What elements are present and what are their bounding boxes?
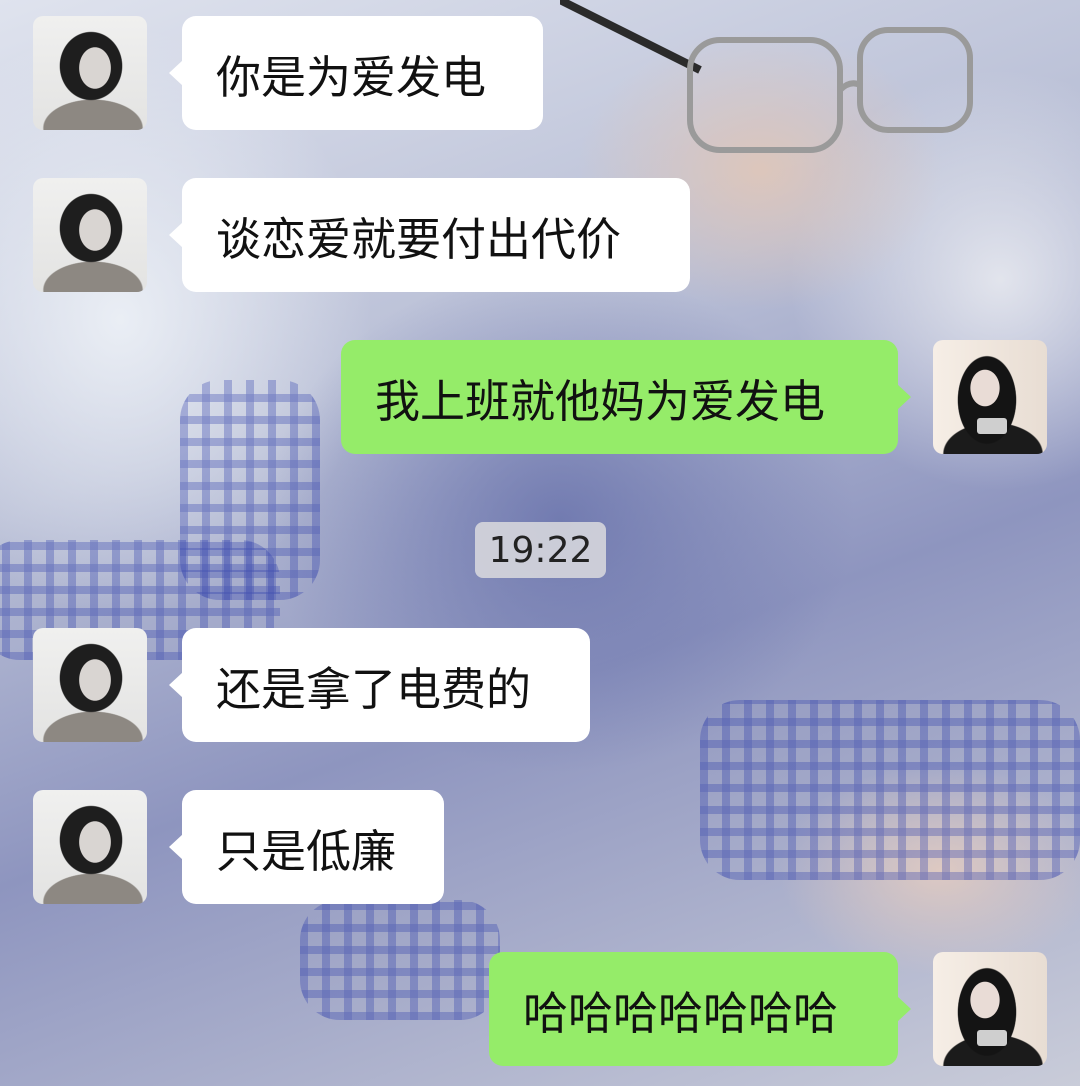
contact-avatar[interactable] [33,790,147,904]
my-avatar[interactable] [933,340,1047,454]
wallpaper-plaid-bottom [300,900,500,1020]
message-text: 我上班就他妈为爱发电 [375,374,826,428]
message-text: 哈哈哈哈哈哈哈 [523,986,839,1040]
contact-avatar[interactable] [33,178,147,292]
wallpaper-plaid-right [700,700,1080,880]
message-text: 只是低廉 [216,824,397,878]
contact-avatar[interactable] [33,16,147,130]
message-bubble-received[interactable]: 只是低廉 [169,790,444,904]
message-text: 谈恋爱就要付出代价 [216,212,622,266]
wallpaper-glasses [560,0,973,153]
message-bubble-received[interactable]: 还是拿了电费的 [169,628,590,742]
message-bubble-sent[interactable]: 哈哈哈哈哈哈哈 [489,952,911,1066]
my-avatar[interactable] [933,952,1047,1066]
message-text: 还是拿了电费的 [216,662,532,716]
contact-avatar[interactable] [33,628,147,742]
message-timestamp: 19:22 [475,522,606,578]
wallpaper-plaid-mid [180,380,320,600]
message-bubble-received[interactable]: 谈恋爱就要付出代价 [169,178,690,292]
camera-icon [977,418,1007,434]
message-bubble-received[interactable]: 你是为爱发电 [169,16,543,130]
message-text: 你是为爱发电 [216,50,487,104]
message-bubble-sent[interactable]: 我上班就他妈为爱发电 [341,340,911,454]
camera-icon [977,1030,1007,1046]
